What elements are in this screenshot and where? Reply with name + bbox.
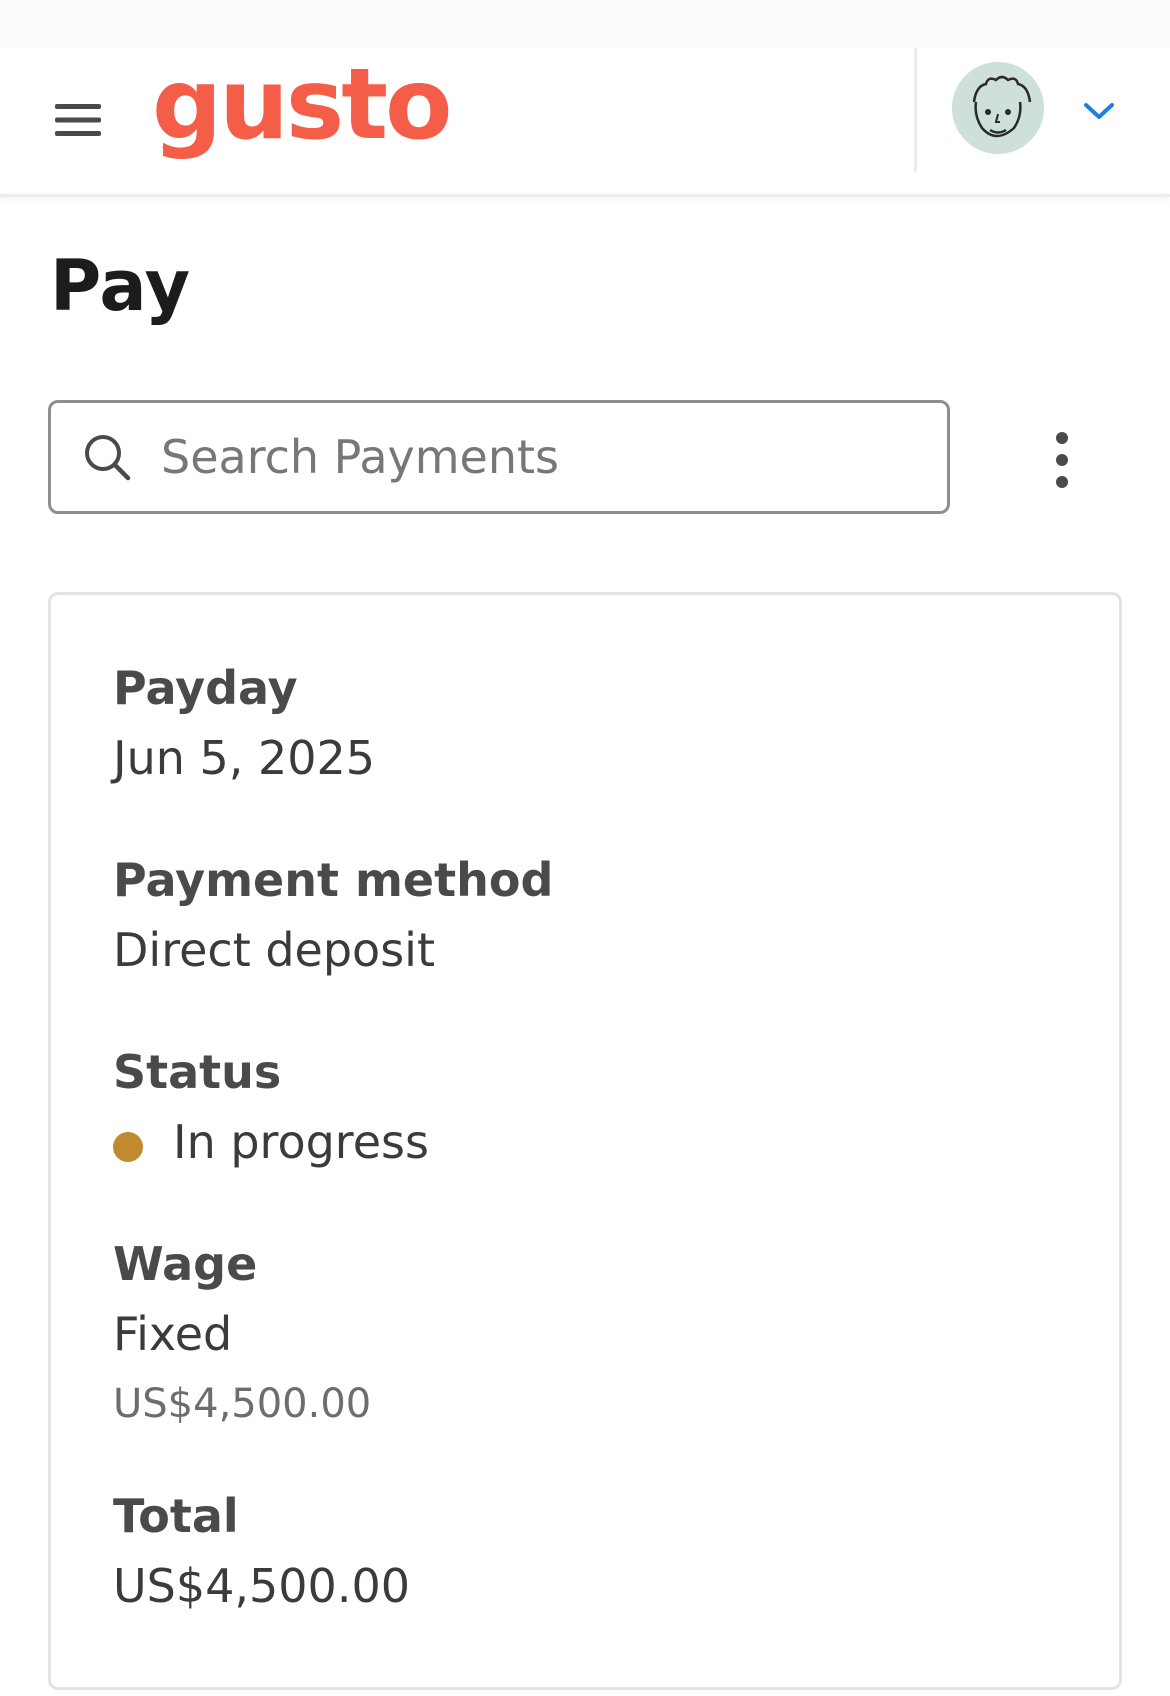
header-divider: [914, 48, 917, 172]
vertical-dots-icon: [1056, 432, 1068, 488]
avatar-illustration-icon: [952, 62, 1044, 154]
payment-method-value: Direct deposit: [113, 923, 435, 977]
payday-value: Jun 5, 2025: [113, 731, 376, 785]
wage-amount: US$4,500.00: [113, 1381, 372, 1427]
status-value: In progress: [173, 1115, 429, 1169]
total-label: Total: [113, 1489, 239, 1543]
payment-card[interactable]: Payday Jun 5, 2025 Payment method Direct…: [48, 592, 1122, 1690]
app-header: gusto: [0, 48, 1170, 197]
gusto-logo[interactable]: gusto: [152, 51, 452, 160]
chevron-down-icon: [1084, 103, 1114, 119]
wage-label: Wage: [113, 1237, 258, 1291]
status-indicator-dot: [113, 1132, 143, 1162]
search-input[interactable]: [161, 430, 901, 484]
more-options-button[interactable]: [1032, 420, 1092, 500]
wage-type: Fixed: [113, 1307, 233, 1361]
search-box[interactable]: [48, 400, 950, 514]
menu-button[interactable]: [48, 90, 108, 150]
page-title: Pay: [50, 245, 191, 327]
total-value: US$4,500.00: [113, 1559, 410, 1613]
avatar[interactable]: [952, 62, 1044, 154]
account-menu-chevron[interactable]: [1078, 90, 1120, 132]
hamburger-menu-icon: [55, 104, 101, 136]
payday-label: Payday: [113, 661, 298, 715]
search-icon: [81, 431, 133, 483]
payment-method-label: Payment method: [113, 853, 554, 907]
status-bar-area: [0, 0, 1170, 48]
status-label: Status: [113, 1045, 282, 1099]
